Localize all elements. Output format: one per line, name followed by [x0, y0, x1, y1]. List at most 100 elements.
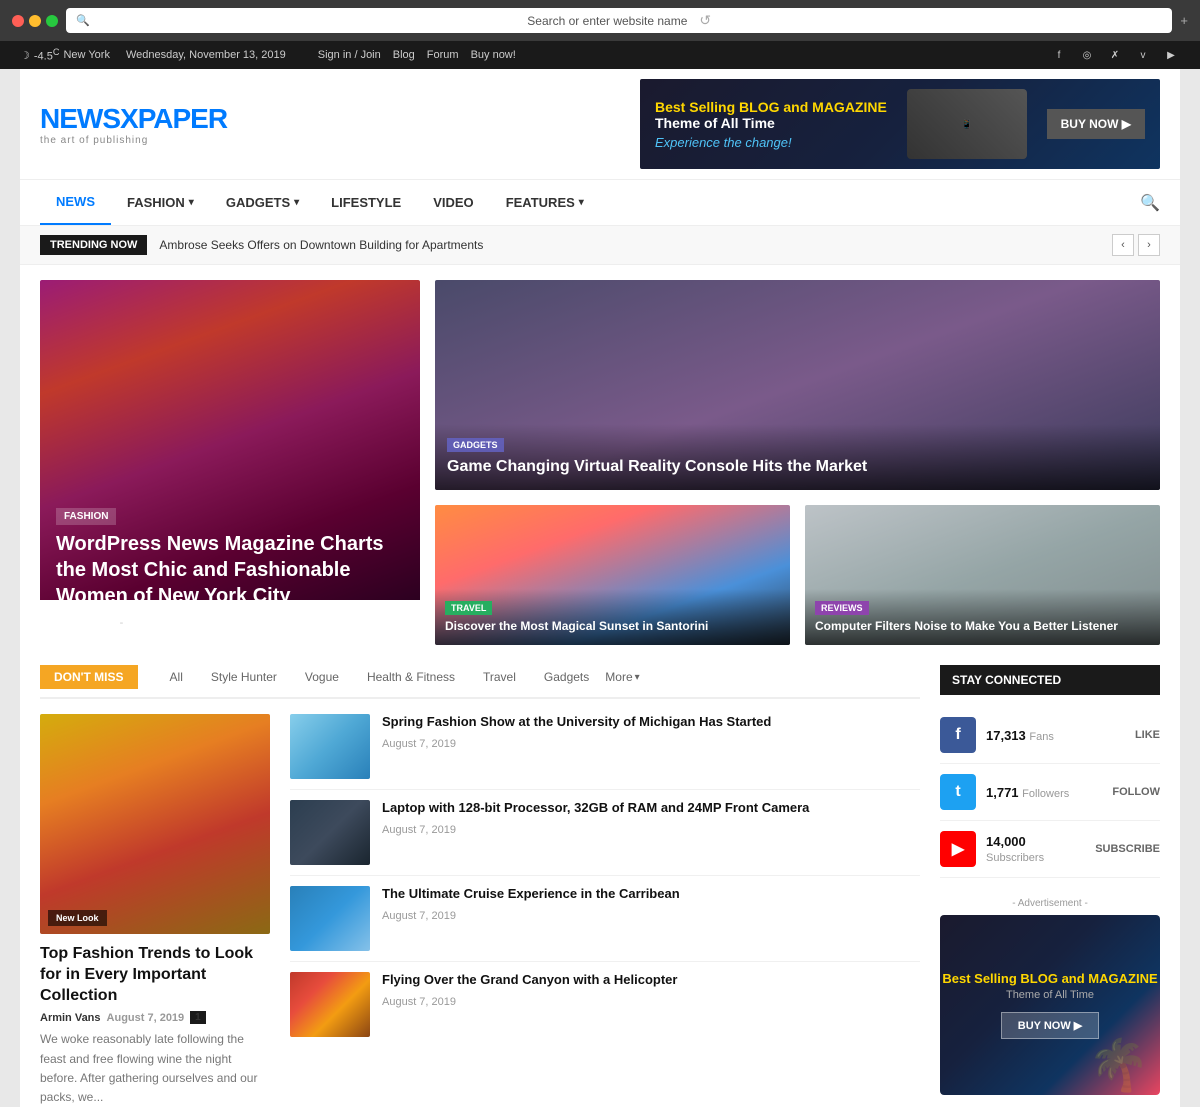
banner-headline: Best Selling BLOG and MAGAZINE [655, 99, 887, 115]
url-bar[interactable]: Search or enter website name ↺ [66, 8, 1172, 33]
top-bar: ☽ -4.5C New York Wednesday, November 13,… [0, 41, 1200, 69]
list-item[interactable]: Spring Fashion Show at the University of… [290, 714, 920, 790]
blog-link[interactable]: Blog [393, 49, 415, 61]
weather-widget: ☽ -4.5C New York [20, 47, 110, 63]
youtube-label: Subscribers [986, 852, 1044, 864]
banner-tagline: Experience the change! [655, 135, 887, 150]
youtube-subscribe-button[interactable]: SUBSCRIBE [1095, 843, 1160, 855]
reload-button[interactable]: ↺ [699, 12, 711, 29]
gadgets-badge: GADGETS [447, 438, 504, 452]
cruise-thumbnail [290, 886, 370, 951]
chevron-down-icon: ▾ [635, 672, 640, 683]
new-tab-button[interactable]: + [1180, 13, 1188, 28]
stay-connected-widget: STAY CONNECTED f 17,313 Fans LIKE t 1,77… [940, 665, 1160, 878]
logo-tagline: the art of publishing [40, 135, 227, 146]
site-wrapper: NEWSXPAPER the art of publishing Best Se… [20, 69, 1180, 1107]
trending-next-button[interactable]: › [1138, 234, 1160, 256]
search-button[interactable]: 🔍 [1140, 193, 1160, 213]
hero-listener-article[interactable]: REVIEWS Computer Filters Noise to Make Y… [805, 505, 1160, 645]
twitter-count: 1,771 [986, 785, 1019, 800]
item-content: The Ultimate Cruise Experience in the Ca… [382, 886, 680, 922]
list-item[interactable]: Laptop with 128-bit Processor, 32GB of R… [290, 800, 920, 876]
youtube-icon-top[interactable]: ▶ [1162, 46, 1180, 64]
dont-miss-author: Armin Vans [40, 1012, 101, 1024]
logo-x: X [120, 103, 138, 134]
twitter-icon: t [940, 774, 976, 810]
logo-part3: PAPER [138, 103, 227, 134]
twitter-icon-top[interactable]: ✗ [1106, 46, 1124, 64]
facebook-icon-top[interactable]: f [1050, 46, 1068, 64]
vimeo-icon-top[interactable]: v [1134, 46, 1152, 64]
nav-news[interactable]: NEWS [40, 180, 111, 225]
header-banner-text: Best Selling BLOG and MAGAZINE Theme of … [655, 99, 887, 150]
nav-items: NEWS FASHION ▾ GADGETS ▾ LIFESTYLE VIDEO… [40, 180, 600, 225]
facebook-icon: f [940, 717, 976, 753]
banner-product-image: 📱 [907, 89, 1027, 159]
list-item[interactable]: The Ultimate Cruise Experience in the Ca… [290, 886, 920, 962]
lower-section: DON'T MISS All Style Hunter Vogue Health… [20, 645, 1180, 1107]
hero-meta: Armin Vans - August 7, 2019 [56, 617, 404, 629]
social-icons-top: f ◎ ✗ v ▶ [1050, 46, 1180, 64]
signin-link[interactable]: Sign in / Join [318, 49, 381, 61]
nav-video[interactable]: VIDEO [417, 181, 489, 224]
tab-health[interactable]: Health & Fitness [355, 666, 467, 688]
maximize-dot[interactable] [46, 15, 58, 27]
tab-style-hunter[interactable]: Style Hunter [199, 666, 289, 688]
url-text: Search or enter website name [527, 14, 687, 28]
trending-prev-button[interactable]: ‹ [1112, 234, 1134, 256]
item-content: Flying Over the Grand Canyon with a Heli… [382, 972, 677, 1008]
sidebar-ad: - Advertisement - Best Selling BLOG and … [940, 898, 1160, 1095]
facebook-row: f 17,313 Fans LIKE [940, 707, 1160, 764]
tab-all[interactable]: All [158, 666, 195, 688]
banner-buy-button[interactable]: BUY NOW ▶ [1047, 109, 1145, 139]
dont-miss-featured-title: Top Fashion Trends to Look for in Every … [40, 944, 270, 1006]
forum-link[interactable]: Forum [427, 49, 459, 61]
sidebar-ad-banner[interactable]: Best Selling BLOG and MAGAZINE Theme of … [940, 915, 1160, 1095]
top-nav-links: Sign in / Join Blog Forum Buy now! [318, 49, 516, 61]
facebook-label: Fans [1029, 731, 1053, 743]
item-title: Laptop with 128-bit Processor, 32GB of R… [382, 800, 809, 817]
tab-gadgets[interactable]: Gadgets [532, 666, 601, 688]
santorini-content: TRAVEL Discover the Most Magical Sunset … [435, 589, 790, 645]
list-item[interactable]: Flying Over the Grand Canyon with a Heli… [290, 972, 920, 1047]
site-logo[interactable]: NEWSXPAPER the art of publishing [40, 103, 227, 146]
palm-tree-icon: 🌴 [1088, 1036, 1150, 1095]
dont-miss-badge: DON'T MISS [40, 665, 138, 689]
dont-miss-author-row: Armin Vans August 7, 2019 1 [40, 1011, 270, 1024]
instagram-icon-top[interactable]: ◎ [1078, 46, 1096, 64]
sidebar-ad-buy-button[interactable]: BUY NOW ▶ [1001, 1012, 1099, 1039]
item-title: Flying Over the Grand Canyon with a Heli… [382, 972, 677, 989]
hero-santorini-article[interactable]: TRAVEL Discover the Most Magical Sunset … [435, 505, 790, 645]
dont-miss-featured[interactable]: New Look Top Fashion Trends to Look for … [40, 714, 270, 1107]
facebook-count: 17,313 [986, 728, 1026, 743]
hero-main-content: FASHION WordPress News Magazine Charts t… [40, 491, 420, 645]
tab-travel[interactable]: Travel [471, 666, 528, 688]
facebook-like-button[interactable]: LIKE [1135, 729, 1160, 741]
trending-badge: TRENDING NOW [40, 235, 147, 255]
close-dot[interactable] [12, 15, 24, 27]
reviews-badge: REVIEWS [815, 601, 869, 615]
dont-miss-date: August 7, 2019 [107, 1012, 185, 1024]
hero-top-right-article[interactable]: GADGETS Game Changing Virtual Reality Co… [435, 280, 1160, 490]
tab-vogue[interactable]: Vogue [293, 666, 351, 688]
tab-more[interactable]: More ▾ [605, 670, 639, 684]
minimize-dot[interactable] [29, 15, 41, 27]
buynow-link[interactable]: Buy now! [471, 49, 516, 61]
twitter-follow-button[interactable]: FOLLOW [1112, 786, 1160, 798]
nav-features[interactable]: FEATURES ▾ [490, 181, 600, 224]
youtube-icon: ▶ [940, 831, 976, 867]
browser-dots [12, 15, 58, 27]
hero-main-article[interactable]: FASHION WordPress News Magazine Charts t… [40, 280, 420, 645]
hero-top-right-content: GADGETS Game Changing Virtual Reality Co… [435, 424, 1160, 490]
nav-gadgets[interactable]: GADGETS ▾ [210, 181, 315, 224]
item-title: Spring Fashion Show at the University of… [382, 714, 771, 731]
ad-label: - Advertisement - [940, 898, 1160, 909]
logo-part1: NEWS [40, 103, 120, 134]
dont-miss-list: Spring Fashion Show at the University of… [290, 714, 920, 1107]
listener-content: REVIEWS Computer Filters Noise to Make Y… [805, 589, 1160, 645]
header-ad-banner[interactable]: Best Selling BLOG and MAGAZINE Theme of … [640, 79, 1160, 169]
nav-fashion[interactable]: FASHION ▾ [111, 181, 210, 224]
nav-lifestyle[interactable]: LIFESTYLE [315, 181, 417, 224]
youtube-row: ▶ 14,000 Subscribers SUBSCRIBE [940, 821, 1160, 878]
item-date: August 7, 2019 [382, 738, 456, 750]
